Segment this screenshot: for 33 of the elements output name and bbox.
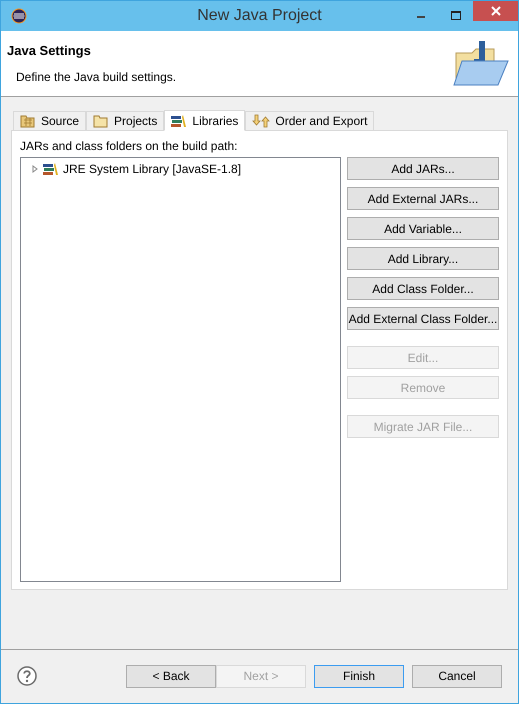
close-icon	[490, 6, 500, 16]
eclipse-logo-icon	[11, 8, 27, 24]
push-button[interactable]: < Back	[126, 664, 216, 688]
push-button[interactable]: Cancel	[412, 664, 502, 688]
close-button[interactable]	[473, 1, 518, 21]
tree-item[interactable]: JRE System Library [JavaSE-1.8]	[63, 160, 242, 178]
books-icon	[43, 162, 59, 176]
expand-arrow-icon[interactable]	[31, 165, 39, 173]
push-button[interactable]: Add External JARs...	[347, 187, 499, 210]
push-button[interactable]: Add Class Folder...	[347, 277, 499, 300]
push-button[interactable]: Add JARs...	[347, 157, 499, 180]
tab-label: Source	[41, 113, 80, 130]
push-button[interactable]: Finish	[314, 664, 404, 688]
help-icon[interactable]	[17, 666, 37, 686]
tab[interactable]: Order and Export	[245, 111, 374, 130]
tab[interactable]: Libraries	[164, 110, 246, 131]
tab-label: Libraries	[192, 112, 238, 130]
folder-icon	[20, 114, 36, 128]
tab[interactable]: Source	[13, 111, 86, 130]
up-down-arrows-icon	[252, 114, 270, 128]
tab[interactable]: Projects	[86, 111, 164, 130]
page-title: Java Settings	[7, 42, 92, 60]
page-description: Define the Java build settings.	[16, 68, 178, 86]
window-title: New Java Project	[196, 6, 323, 26]
books-icon	[171, 114, 188, 128]
maximize-icon[interactable]	[451, 11, 461, 21]
tab-label: Projects	[114, 113, 158, 130]
folder-icon	[93, 114, 110, 128]
push-button[interactable]: Add Library...	[347, 247, 499, 270]
section-label: JARs and class folders on the build path:	[20, 138, 238, 153]
push-button[interactable]: Add External Class Folder...	[347, 307, 499, 330]
push-button[interactable]: Add Variable...	[347, 217, 499, 240]
tab-label: Order and Export	[275, 113, 368, 130]
